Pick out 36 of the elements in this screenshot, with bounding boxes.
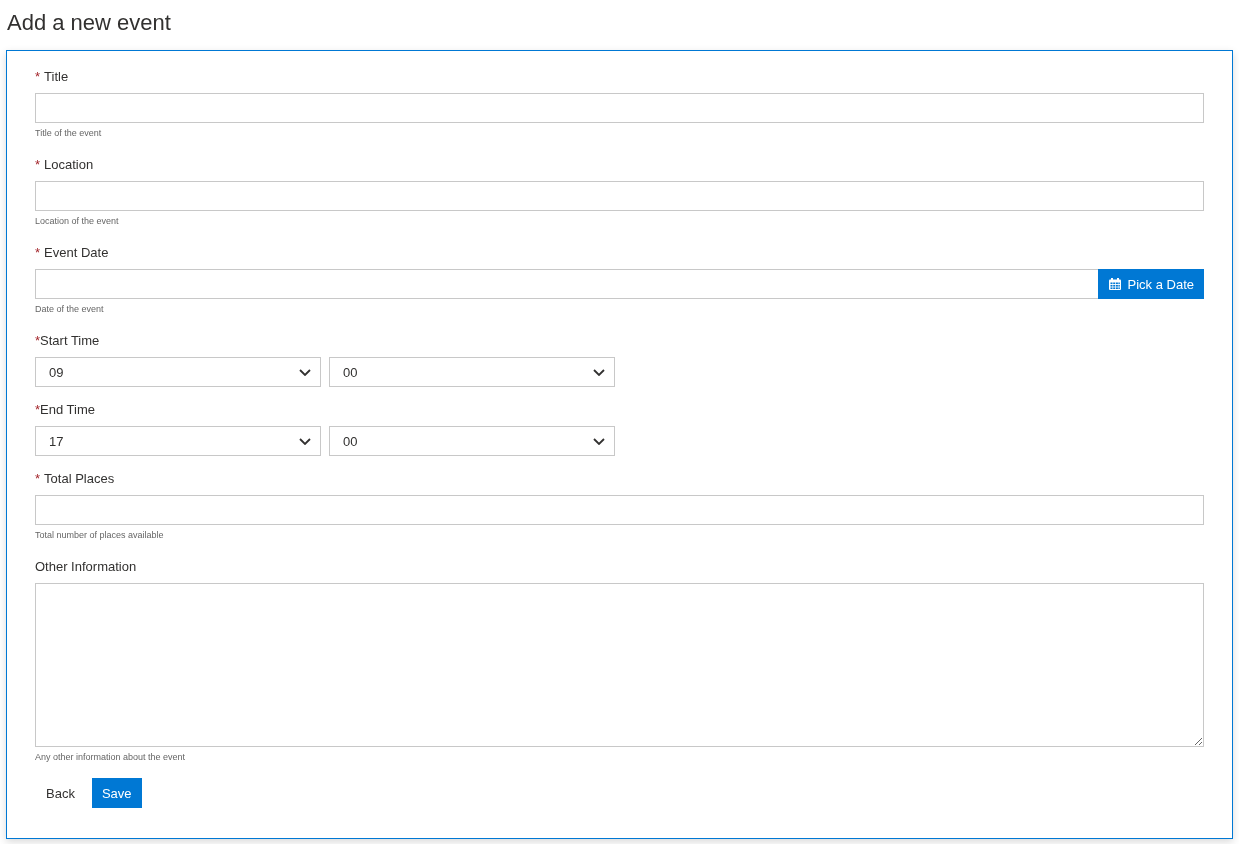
save-button[interactable]: Save [91, 778, 142, 808]
required-mark: * [35, 333, 41, 349]
field-hint: Date of the event [35, 303, 104, 315]
required-mark: * [35, 471, 41, 487]
text-input[interactable] [35, 495, 1204, 525]
hour-select[interactable]: 09 [35, 357, 321, 387]
field-label: Total Places [44, 471, 115, 487]
field-hint: Any other information about the event [35, 751, 186, 763]
chevron-down-icon [593, 437, 605, 445]
text-input[interactable] [35, 181, 1204, 211]
field-label: Event Date [44, 245, 109, 261]
field-hint: Total number of places available [35, 529, 164, 541]
field-hint: Location of the event [35, 215, 119, 227]
field-hint: Title of the event [35, 127, 102, 139]
required-mark: * [35, 69, 41, 85]
text-area[interactable] [35, 583, 1204, 747]
back-button[interactable]: Back [35, 778, 86, 808]
field-label: Other Information [35, 559, 137, 575]
hour-select[interactable]: 17 [35, 426, 321, 456]
chevron-down-icon [299, 368, 311, 376]
minute-select[interactable]: 00 [329, 426, 615, 456]
required-mark: * [35, 245, 41, 261]
pick-date-button[interactable]: Pick a Date [1097, 269, 1204, 299]
required-mark: * [35, 402, 41, 418]
calendar-icon [1108, 278, 1121, 290]
field-label: Start Time [40, 333, 100, 349]
chevron-down-icon [299, 437, 311, 445]
required-mark: * [35, 157, 41, 173]
field-label: End Time [40, 402, 95, 418]
field-label: Location [44, 157, 94, 173]
page-title: Add a new event [6, 9, 171, 36]
text-input[interactable] [35, 93, 1204, 123]
date-input[interactable] [35, 269, 1098, 299]
chevron-down-icon [593, 368, 605, 376]
minute-select[interactable]: 00 [329, 357, 615, 387]
field-label: Title [44, 69, 69, 85]
